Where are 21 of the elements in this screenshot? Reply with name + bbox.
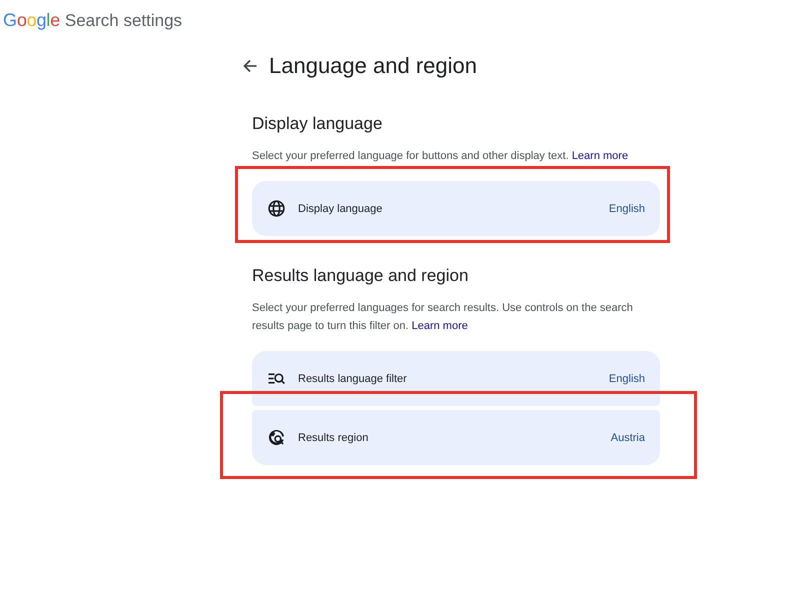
setting-value: English xyxy=(608,202,645,214)
globe-icon xyxy=(268,200,285,217)
section-heading: Results language and region xyxy=(252,265,470,287)
setting-row[interactable]: Results language filter English xyxy=(252,351,660,406)
setting-value: Austria xyxy=(610,432,645,444)
section-heading: Display language xyxy=(252,113,384,135)
learn-more-link[interactable]: Learn more xyxy=(412,320,468,332)
header-title: Search settings xyxy=(64,10,182,32)
learn-more-link[interactable]: Learn more xyxy=(572,150,628,162)
page-title: Language and region xyxy=(269,52,477,80)
setting-label: Results language filter xyxy=(298,372,407,384)
section-description: Select your preferred languages for search results. Use controls on the search results page to turn this filter on. Learn more xyxy=(252,301,634,334)
setting-label: Display language xyxy=(298,202,382,214)
globe-search-icon xyxy=(268,429,285,446)
setting-label: Results region xyxy=(298,432,368,444)
setting-row[interactable]: Results region Austria xyxy=(252,410,660,465)
setting-value: English xyxy=(608,372,645,384)
back-arrow-icon[interactable] xyxy=(243,59,257,73)
setting-row[interactable]: Display language English xyxy=(252,181,660,236)
google-logo: Google xyxy=(3,9,60,31)
section-description: Select your preferred language for buttons and other display text. Learn more xyxy=(252,149,630,164)
